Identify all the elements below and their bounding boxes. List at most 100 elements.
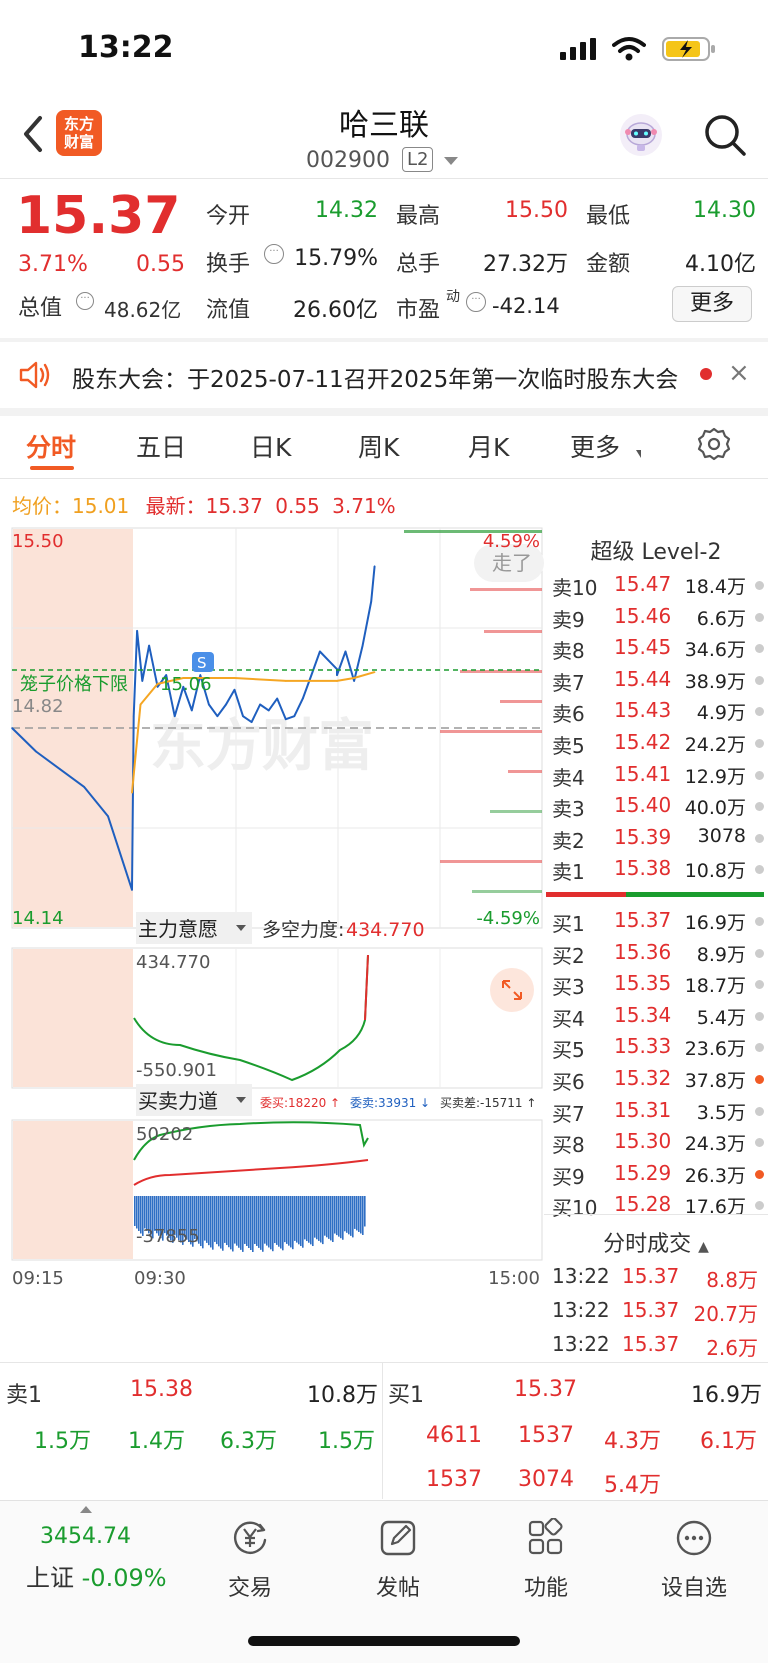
trade-price: 15.37 — [622, 1264, 680, 1288]
tab-more[interactable]: 更多 — [570, 428, 620, 464]
ask-row[interactable]: 卖7 15.44 38.9万 — [548, 667, 764, 698]
bid-row[interactable]: 买1 15.37 16.9万 — [548, 908, 764, 939]
ask-row[interactable]: 卖6 15.43 4.9万 — [548, 698, 764, 729]
search-icon[interactable] — [702, 112, 748, 158]
flow-bar — [144, 1196, 146, 1229]
pe-superscript: 动 — [446, 289, 460, 305]
price-point — [11, 727, 13, 729]
index-value[interactable]: 3454.74 — [40, 1524, 131, 1549]
nav-trade[interactable]: 交易 — [190, 1518, 310, 1602]
time-start: 09:15 — [12, 1268, 64, 1289]
indicator-2-name[interactable]: 买卖力道 — [138, 1089, 218, 1113]
flow-bar — [208, 1196, 210, 1246]
bid-row[interactable]: 买10 15.28 17.6万 — [548, 1192, 764, 1223]
flow-bar — [324, 1196, 326, 1236]
ask-row[interactable]: 卖4 15.41 12.9万 — [548, 762, 764, 793]
ask-level: 卖3 — [552, 797, 585, 822]
price-point — [83, 786, 85, 788]
flow-bar — [134, 1196, 136, 1226]
bid-row[interactable]: 买8 15.30 24.3万 — [548, 1129, 764, 1160]
close-icon[interactable]: × — [728, 358, 750, 388]
trades-title[interactable]: 分时成交 ▲ — [548, 1226, 764, 1258]
nav-watchlist[interactable]: 设自选 — [634, 1518, 754, 1602]
robot-assistant-icon[interactable] — [618, 112, 664, 158]
flow-bar — [274, 1196, 276, 1244]
flow-bar — [244, 1196, 246, 1244]
flow-bar — [336, 1196, 338, 1236]
bid-row[interactable]: 买9 15.29 26.3万 — [548, 1161, 764, 1192]
bid-row[interactable]: 买7 15.31 3.5万 — [548, 1098, 764, 1129]
info-icon[interactable]: ··· — [466, 292, 486, 312]
tab-five-day[interactable]: 五日 — [136, 428, 186, 464]
price-point — [327, 659, 330, 662]
bid-level: 买6 — [552, 1070, 585, 1094]
bid-row[interactable]: 买3 15.35 18.7万 — [548, 971, 764, 1002]
tab-monthly-k[interactable]: 月K — [468, 428, 509, 464]
flow-bar — [292, 1196, 294, 1250]
info-icon[interactable]: ··· — [76, 292, 94, 310]
flow-bar — [256, 1196, 258, 1246]
ask-price: 15.38 — [614, 856, 672, 881]
buy-queue-item: 4.3万 — [604, 1429, 661, 1454]
stock-code[interactable]: 002900 — [306, 148, 390, 173]
ask-row[interactable]: 卖10 15.47 18.4万 — [548, 572, 764, 603]
trade-time: 13:22 — [552, 1264, 610, 1288]
bid-row[interactable]: 买4 15.34 5.4万 — [548, 1003, 764, 1034]
flow-bar — [210, 1196, 212, 1248]
gear-icon[interactable] — [696, 426, 732, 462]
flow-bar — [358, 1196, 360, 1232]
flow-bar — [238, 1196, 240, 1248]
intraday-chart[interactable]: 东方财富 笼子价格下限 15.06 S 走了 15.50 14.82 14.14… — [0, 520, 544, 1360]
flow-bar — [318, 1196, 320, 1241]
chevron-down-icon[interactable] — [444, 157, 458, 165]
flow-bar — [218, 1196, 220, 1247]
flow-bar — [272, 1196, 274, 1252]
yen-circle-icon — [233, 1521, 267, 1554]
flow-bar — [344, 1196, 346, 1232]
info-icon[interactable]: ··· — [264, 244, 284, 264]
ask-row[interactable]: 卖3 15.40 40.0万 — [548, 793, 764, 824]
bid-row[interactable]: 买6 15.32 37.8万 — [548, 1066, 764, 1097]
buy-queue-item: 3074 — [518, 1467, 574, 1492]
indicator-1-name[interactable]: 主力意愿 — [138, 917, 218, 941]
flow-bar — [220, 1196, 222, 1249]
notice-text[interactable]: 股东大会：于2025-07-11召开2025年第一次临时股东大会 — [72, 360, 682, 394]
bid-price: 15.31 — [614, 1097, 672, 1122]
ask-row[interactable]: 卖2 15.39 3078 — [548, 825, 764, 856]
bid-price: 15.33 — [614, 1034, 672, 1059]
bid-row[interactable]: 买2 15.36 8.9万 — [548, 940, 764, 971]
avg-point — [353, 677, 355, 679]
tab-intraday[interactable]: 分时 — [26, 428, 76, 464]
expand-button[interactable] — [490, 968, 534, 1012]
summary-divider — [382, 1363, 383, 1499]
open-value: 14.32 — [315, 198, 378, 223]
active-tab-indicator — [30, 466, 74, 470]
flow-bar — [204, 1196, 206, 1241]
buy-queue-item: 6.1万 — [700, 1429, 757, 1454]
flow-bar — [206, 1196, 208, 1243]
ask-row[interactable]: 卖5 15.42 24.2万 — [548, 730, 764, 761]
more-button[interactable]: 更多 — [672, 286, 752, 322]
nav-post[interactable]: 发帖 — [338, 1518, 458, 1602]
flow-bar — [266, 1196, 268, 1246]
bid-price: 15.35 — [614, 971, 672, 996]
flow-bar — [322, 1196, 324, 1245]
bid-level: 买4 — [552, 1006, 585, 1031]
nav-functions[interactable]: 功能 — [486, 1517, 606, 1602]
y-axis-mid: 14.82 — [12, 696, 64, 717]
y-axis-bottom: 14.14 — [12, 908, 64, 929]
tab-weekly-k[interactable]: 周K — [358, 428, 399, 464]
tab-daily-k[interactable]: 日K — [250, 428, 291, 464]
flow-bar — [326, 1196, 328, 1238]
flow-bar — [300, 1196, 302, 1247]
ask-row[interactable]: 卖8 15.45 34.6万 — [548, 635, 764, 666]
order-book-title[interactable]: 超级 Level-2 — [544, 534, 768, 566]
index-ticker[interactable]: 上证 -0.09% — [26, 1558, 167, 1593]
flow-bar — [330, 1196, 332, 1241]
ask-row[interactable]: 卖9 15.46 6.6万 — [548, 604, 764, 635]
price-point — [319, 650, 321, 653]
home-indicator[interactable] — [248, 1636, 520, 1646]
bid-row[interactable]: 买5 15.33 23.6万 — [548, 1034, 764, 1065]
ask-row[interactable]: 卖1 15.38 10.8万 — [548, 856, 764, 887]
flow-bar — [338, 1196, 340, 1237]
